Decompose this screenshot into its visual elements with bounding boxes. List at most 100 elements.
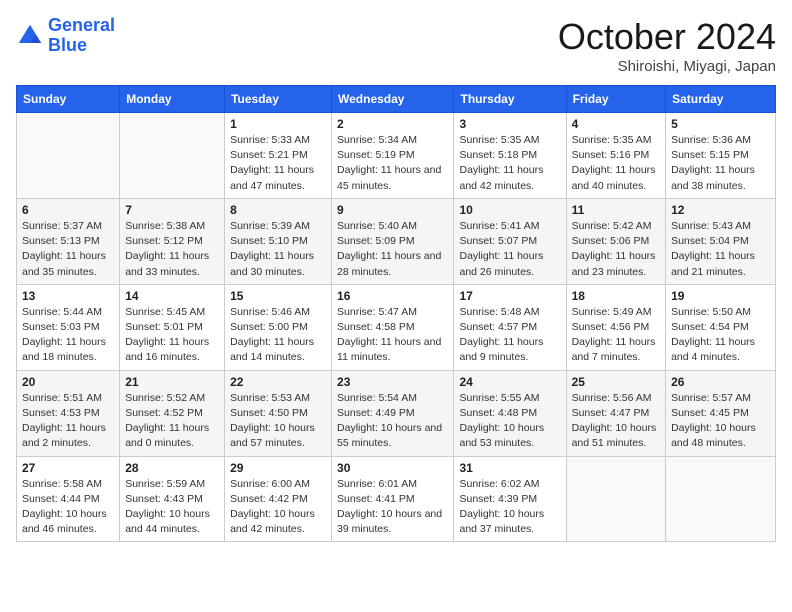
calendar-cell: 7Sunrise: 5:38 AM Sunset: 5:12 PM Daylig…	[120, 198, 225, 284]
day-info: Sunrise: 5:36 AM Sunset: 5:15 PM Dayligh…	[671, 133, 770, 194]
day-number: 9	[337, 203, 448, 217]
day-number: 18	[572, 289, 660, 303]
calendar-cell: 2 Sunrise: 5:34 AM Sunset: 5:19 PM Daylig…	[332, 113, 454, 199]
day-info: Sunrise: 5:46 AM Sunset: 5:00 PM Dayligh…	[230, 305, 326, 366]
logo-general: General	[48, 15, 115, 35]
calendar-cell	[666, 456, 776, 542]
day-number: 22	[230, 375, 326, 389]
calendar-cell: 17 Sunrise: 5:48 AM Sunset: 4:57 PM Dayli…	[454, 284, 566, 370]
col-monday: Monday	[120, 86, 225, 113]
calendar-cell: 1Sunrise: 5:33 AM Sunset: 5:21 PM Daylig…	[225, 113, 332, 199]
calendar-week-row: 1Sunrise: 5:33 AM Sunset: 5:21 PM Daylig…	[17, 113, 776, 199]
day-number: 17	[459, 289, 560, 303]
calendar-cell: 30 Sunrise: 6:01 AM Sunset: 4:41 PM Dayli…	[332, 456, 454, 542]
calendar-cell: 9 Sunrise: 5:40 AM Sunset: 5:09 PM Daylig…	[332, 198, 454, 284]
calendar-cell: 19Sunrise: 5:50 AM Sunset: 4:54 PM Dayli…	[666, 284, 776, 370]
day-number: 6	[22, 203, 114, 217]
day-number: 11	[572, 203, 660, 217]
calendar-cell: 15 Sunrise: 5:46 AM Sunset: 5:00 PM Dayli…	[225, 284, 332, 370]
day-info: Sunrise: 5:49 AM Sunset: 4:56 PM Dayligh…	[572, 305, 660, 366]
calendar-cell: 8 Sunrise: 5:39 AM Sunset: 5:10 PM Daylig…	[225, 198, 332, 284]
calendar-cell: 4 Sunrise: 5:35 AM Sunset: 5:16 PM Daylig…	[566, 113, 665, 199]
col-saturday: Saturday	[666, 86, 776, 113]
day-number: 24	[459, 375, 560, 389]
day-number: 12	[671, 203, 770, 217]
calendar-cell: 28Sunrise: 5:59 AM Sunset: 4:43 PM Dayli…	[120, 456, 225, 542]
day-info: Sunrise: 6:02 AM Sunset: 4:39 PM Dayligh…	[459, 477, 560, 538]
day-number: 4	[572, 117, 660, 131]
calendar-cell: 29Sunrise: 6:00 AM Sunset: 4:42 PM Dayli…	[225, 456, 332, 542]
day-info: Sunrise: 5:38 AM Sunset: 5:12 PM Dayligh…	[125, 219, 219, 280]
calendar-cell: 26 Sunrise: 5:57 AM Sunset: 4:45 PM Dayli…	[666, 370, 776, 456]
day-info: Sunrise: 5:40 AM Sunset: 5:09 PM Dayligh…	[337, 219, 448, 280]
day-number: 16	[337, 289, 448, 303]
day-info: Sunrise: 5:53 AM Sunset: 4:50 PM Dayligh…	[230, 391, 326, 452]
day-number: 31	[459, 461, 560, 475]
page-header: General Blue October 2024 Shiroishi, Miy…	[16, 16, 776, 75]
day-info: Sunrise: 5:39 AM Sunset: 5:10 PM Dayligh…	[230, 219, 326, 280]
day-info: Sunrise: 5:41 AM Sunset: 5:07 PM Dayligh…	[459, 219, 560, 280]
calendar-cell: 12 Sunrise: 5:43 AM Sunset: 5:04 PM Dayli…	[666, 198, 776, 284]
day-info: Sunrise: 5:58 AM Sunset: 4:44 PM Dayligh…	[22, 477, 114, 538]
calendar-header-row: Sunday Monday Tuesday Wednesday Thursday…	[17, 86, 776, 113]
day-info: Sunrise: 5:35 AM Sunset: 5:18 PM Dayligh…	[459, 133, 560, 194]
day-info: Sunrise: 5:56 AM Sunset: 4:47 PM Dayligh…	[572, 391, 660, 452]
calendar-subtitle: Shiroishi, Miyagi, Japan	[558, 58, 776, 75]
day-number: 28	[125, 461, 219, 475]
logo-icon	[16, 22, 44, 50]
day-number: 15	[230, 289, 326, 303]
day-number: 13	[22, 289, 114, 303]
calendar-week-row: 6Sunrise: 5:37 AM Sunset: 5:13 PM Daylig…	[17, 198, 776, 284]
day-info: Sunrise: 5:44 AM Sunset: 5:03 PM Dayligh…	[22, 305, 114, 366]
calendar-cell: 3Sunrise: 5:35 AM Sunset: 5:18 PM Daylig…	[454, 113, 566, 199]
calendar-week-row: 27Sunrise: 5:58 AM Sunset: 4:44 PM Dayli…	[17, 456, 776, 542]
calendar-cell: 25 Sunrise: 5:56 AM Sunset: 4:47 PM Dayli…	[566, 370, 665, 456]
calendar-cell: 20 Sunrise: 5:51 AM Sunset: 4:53 PM Dayli…	[17, 370, 120, 456]
day-number: 30	[337, 461, 448, 475]
day-info: Sunrise: 5:51 AM Sunset: 4:53 PM Dayligh…	[22, 391, 114, 452]
col-tuesday: Tuesday	[225, 86, 332, 113]
day-info: Sunrise: 5:47 AM Sunset: 4:58 PM Dayligh…	[337, 305, 448, 366]
col-sunday: Sunday	[17, 86, 120, 113]
day-info: Sunrise: 5:48 AM Sunset: 4:57 PM Dayligh…	[459, 305, 560, 366]
day-info: Sunrise: 5:35 AM Sunset: 5:16 PM Dayligh…	[572, 133, 660, 194]
day-number: 10	[459, 203, 560, 217]
calendar-cell: 6Sunrise: 5:37 AM Sunset: 5:13 PM Daylig…	[17, 198, 120, 284]
calendar-title: October 2024	[558, 16, 776, 58]
day-info: Sunrise: 5:33 AM Sunset: 5:21 PM Dayligh…	[230, 133, 326, 194]
calendar-cell: 16 Sunrise: 5:47 AM Sunset: 4:58 PM Dayli…	[332, 284, 454, 370]
calendar-cell: 24 Sunrise: 5:55 AM Sunset: 4:48 PM Dayli…	[454, 370, 566, 456]
calendar-cell: 11 Sunrise: 5:42 AM Sunset: 5:06 PM Dayli…	[566, 198, 665, 284]
day-info: Sunrise: 5:45 AM Sunset: 5:01 PM Dayligh…	[125, 305, 219, 366]
day-info: Sunrise: 5:57 AM Sunset: 4:45 PM Dayligh…	[671, 391, 770, 452]
day-info: Sunrise: 6:01 AM Sunset: 4:41 PM Dayligh…	[337, 477, 448, 538]
day-number: 26	[671, 375, 770, 389]
day-number: 2	[337, 117, 448, 131]
col-wednesday: Wednesday	[332, 86, 454, 113]
calendar-week-row: 20 Sunrise: 5:51 AM Sunset: 4:53 PM Dayli…	[17, 370, 776, 456]
calendar-cell: 14Sunrise: 5:45 AM Sunset: 5:01 PM Dayli…	[120, 284, 225, 370]
calendar-cell	[120, 113, 225, 199]
day-number: 21	[125, 375, 219, 389]
day-number: 25	[572, 375, 660, 389]
day-info: Sunrise: 5:43 AM Sunset: 5:04 PM Dayligh…	[671, 219, 770, 280]
day-info: Sunrise: 5:55 AM Sunset: 4:48 PM Dayligh…	[459, 391, 560, 452]
calendar-cell: 23 Sunrise: 5:54 AM Sunset: 4:49 PM Dayli…	[332, 370, 454, 456]
day-number: 8	[230, 203, 326, 217]
calendar-cell	[566, 456, 665, 542]
day-info: Sunrise: 5:52 AM Sunset: 4:52 PM Dayligh…	[125, 391, 219, 452]
calendar-table: Sunday Monday Tuesday Wednesday Thursday…	[16, 85, 776, 542]
day-info: Sunrise: 6:00 AM Sunset: 4:42 PM Dayligh…	[230, 477, 326, 538]
logo: General Blue	[16, 16, 115, 56]
calendar-week-row: 13 Sunrise: 5:44 AM Sunset: 5:03 PM Dayli…	[17, 284, 776, 370]
day-number: 5	[671, 117, 770, 131]
col-thursday: Thursday	[454, 86, 566, 113]
calendar-cell: 18 Sunrise: 5:49 AM Sunset: 4:56 PM Dayli…	[566, 284, 665, 370]
day-info: Sunrise: 5:42 AM Sunset: 5:06 PM Dayligh…	[572, 219, 660, 280]
logo-blue: Blue	[48, 35, 87, 55]
day-info: Sunrise: 5:54 AM Sunset: 4:49 PM Dayligh…	[337, 391, 448, 452]
day-info: Sunrise: 5:34 AM Sunset: 5:19 PM Dayligh…	[337, 133, 448, 194]
calendar-cell: 31 Sunrise: 6:02 AM Sunset: 4:39 PM Dayli…	[454, 456, 566, 542]
day-number: 20	[22, 375, 114, 389]
day-number: 23	[337, 375, 448, 389]
